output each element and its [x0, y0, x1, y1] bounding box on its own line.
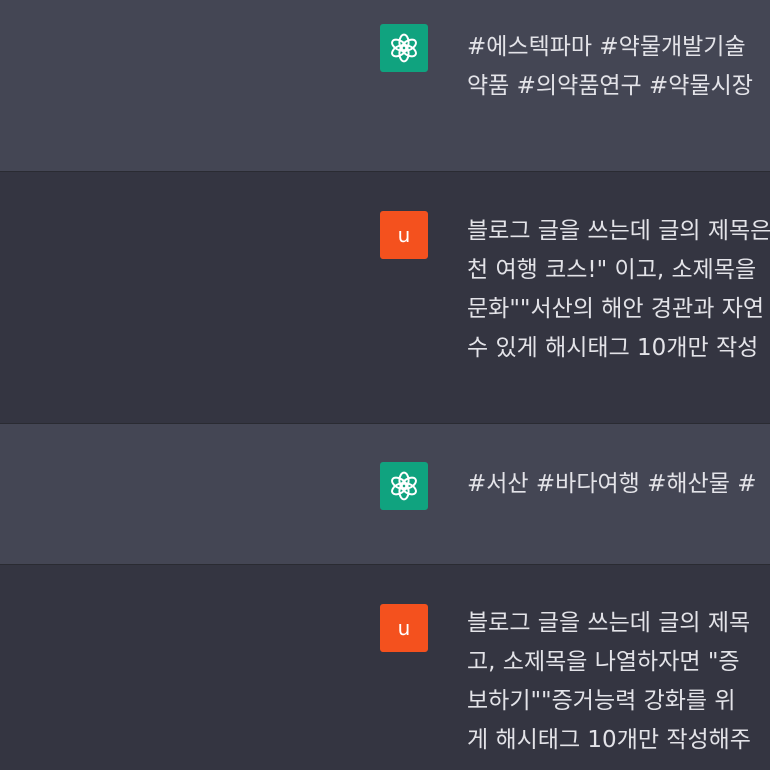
- message-line: 문화""서산의 해안 경관과 자연: [467, 296, 765, 322]
- message-line: 블로그 글을 쓰는데 글의 제목: [467, 610, 751, 636]
- user-message: u 블로그 글을 쓰는데 글의 제목은 천 여행 코스!" 이고, 소제목을 문…: [0, 172, 770, 424]
- user-avatar: u: [380, 604, 428, 652]
- message-line: 게 해시태그 10개만 작성해주: [467, 727, 751, 753]
- message-line: 천 여행 코스!" 이고, 소제목을: [467, 257, 757, 283]
- openai-logo-icon: [387, 469, 421, 503]
- user-message: u 블로그 글을 쓰는데 글의 제목 고, 소제목을 나열하자면 "증 보하기"…: [0, 565, 770, 770]
- user-message-text: 블로그 글을 쓰는데 글의 제목 고, 소제목을 나열하자면 "증 보하기""증…: [467, 604, 770, 760]
- message-line: 블로그 글을 쓰는데 글의 제목은: [467, 218, 770, 244]
- assistant-avatar: [380, 24, 428, 72]
- message-line: 고, 소제목을 나열하자면 "증: [467, 649, 740, 675]
- openai-logo-icon: [387, 31, 421, 65]
- assistant-message-text: #에스텍파마 #약물개발기술 약품 #의약품연구 #약물시장: [467, 28, 770, 106]
- assistant-message: #서산 #바다여행 #해산물 #: [0, 424, 770, 565]
- assistant-message-text: #서산 #바다여행 #해산물 #: [467, 465, 770, 504]
- message-line: #에스텍파마 #약물개발기술: [467, 34, 746, 60]
- message-line: 약품 #의약품연구 #약물시장: [467, 73, 753, 99]
- chat-thread: #에스텍파마 #약물개발기술 약품 #의약품연구 #약물시장 u 블로그 글을 …: [0, 0, 770, 770]
- message-line: #서산 #바다여행 #해산물 #: [467, 471, 757, 497]
- user-avatar: u: [380, 211, 428, 259]
- assistant-avatar: [380, 462, 428, 510]
- assistant-message: #에스텍파마 #약물개발기술 약품 #의약품연구 #약물시장: [0, 0, 770, 172]
- message-line: 보하기""증거능력 강화를 위: [467, 688, 736, 714]
- message-line: 수 있게 해시태그 10개만 작성: [467, 335, 759, 361]
- user-message-text: 블로그 글을 쓰는데 글의 제목은 천 여행 코스!" 이고, 소제목을 문화"…: [467, 212, 770, 368]
- user-avatar-letter: u: [397, 616, 411, 640]
- user-avatar-letter: u: [397, 223, 411, 247]
